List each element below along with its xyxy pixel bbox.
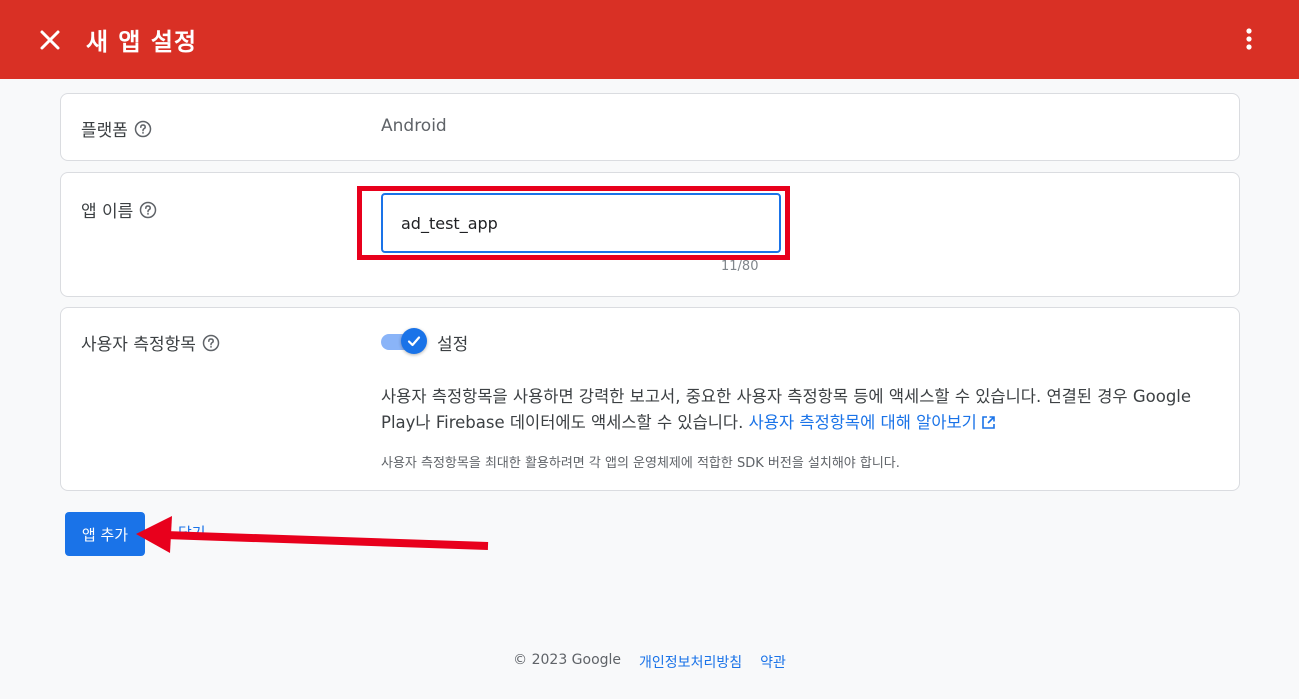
user-metrics-description: 사용자 측정항목을 사용하면 강력한 보고서, 중요한 사용자 측정항목 등에 … <box>381 387 1192 432</box>
copyright-text: © 2023 Google <box>513 652 622 668</box>
page-title: 새 앱 설정 <box>86 28 198 56</box>
cancel-button[interactable]: 닫기 <box>178 522 206 543</box>
check-icon <box>407 336 421 347</box>
help-icon[interactable] <box>134 120 152 138</box>
toggle-thumb <box>401 328 427 354</box>
user-metrics-toggle[interactable] <box>381 328 427 354</box>
close-button[interactable] <box>36 26 64 54</box>
sdk-note: 사용자 측정항목을 최대한 활용하려면 각 앱의 운영체제에 적합한 SDK 버… <box>381 456 900 471</box>
learn-more-link[interactable]: 사용자 측정항목에 대해 알아보기 <box>749 413 996 432</box>
annotation-highlight-box <box>357 186 790 260</box>
terms-link[interactable]: 약관 <box>760 652 786 672</box>
platform-card: 플랫폼 Android <box>60 93 1240 161</box>
add-app-button[interactable]: 앱 추가 <box>65 512 145 556</box>
close-icon <box>40 30 60 50</box>
toggle-label: 설정 <box>437 335 469 355</box>
help-icon[interactable] <box>202 334 220 352</box>
user-metrics-label: 사용자 측정항목 <box>81 330 220 355</box>
more-vert-icon <box>1246 28 1252 50</box>
app-name-label: 앱 이름 <box>81 197 157 222</box>
top-app-bar: 새 앱 설정 <box>0 0 1299 79</box>
platform-value: Android <box>381 116 447 136</box>
more-options-button[interactable] <box>1236 24 1262 54</box>
privacy-policy-link[interactable]: 개인정보처리방침 <box>639 652 742 672</box>
help-icon[interactable] <box>139 201 157 219</box>
user-metrics-card: 사용자 측정항목 설정 사용자 측정항목을 사용하면 강력한 보고서, 중요한 … <box>60 307 1240 491</box>
character-counter: 11/80 <box>721 259 759 274</box>
open-in-new-icon <box>982 416 995 429</box>
footer: © 2023 Google 개인정보처리방침 약관 <box>0 652 1299 672</box>
app-name-card: 앱 이름 11/80 <box>60 172 1240 297</box>
platform-label: 플랫폼 <box>81 116 152 141</box>
